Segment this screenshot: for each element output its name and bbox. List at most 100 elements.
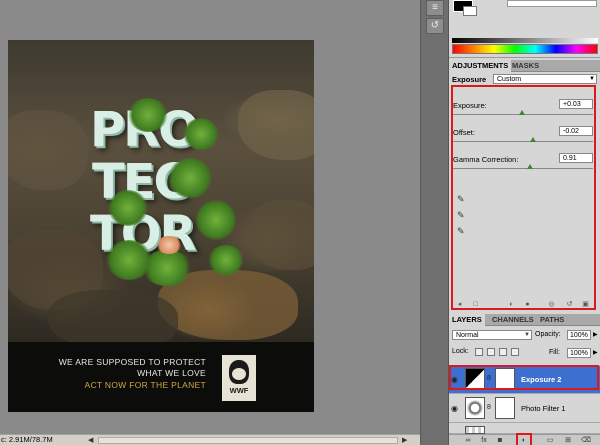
clip-to-layer-icon[interactable]: ◐ (507, 300, 516, 309)
eye-icon[interactable]: ◉ (451, 405, 461, 413)
flower (156, 236, 182, 254)
exposure-label: Exposure: (453, 101, 487, 110)
lock-pixels-icon[interactable] (487, 348, 495, 356)
horizontal-scrollbar[interactable] (98, 437, 398, 444)
moss-cluster (108, 190, 148, 226)
adjustment-type-label: Exposure (452, 75, 487, 84)
lock-transparency-icon[interactable] (475, 348, 483, 356)
preset-dropdown[interactable]: Custom ▼ (493, 74, 597, 84)
lock-position-icon[interactable] (499, 348, 507, 356)
rock-shape (48, 290, 178, 350)
exposure-input[interactable]: +0.03 (559, 99, 593, 109)
layers-tab-bar: LAYERS CHANNELS PATHS (449, 314, 600, 326)
tab-channels[interactable]: CHANNELS (489, 314, 537, 326)
gamma-slider-thumb[interactable] (527, 164, 533, 169)
layer-style-icon[interactable]: fx (479, 436, 489, 445)
offset-label: Offset: (453, 128, 475, 137)
photoshop-window: PRO TEC TOR WE ARE SUPPOSED TO PROTECT W… (0, 0, 600, 445)
adjustments-footer: ◂ □ ◐ ● ◎ ↺ ▣ (451, 300, 596, 310)
exposure-slider-thumb[interactable] (519, 110, 525, 115)
photo-filter-icon (465, 397, 485, 419)
moss-cluster (128, 98, 168, 132)
moss-cluster (196, 200, 236, 240)
view-previous-icon[interactable]: ◎ (547, 300, 556, 309)
color-panel (449, 0, 600, 58)
moss-cluster (142, 250, 192, 286)
panel-grip-icon[interactable]: ≡ (426, 0, 444, 16)
background-color-swatch[interactable] (463, 6, 477, 16)
tab-adjustments[interactable]: ADJUSTMENTS (449, 60, 512, 72)
visibility-icon[interactable]: ● (523, 300, 532, 309)
offset-slider-thumb[interactable] (530, 137, 536, 142)
document-canvas[interactable]: PRO TEC TOR WE ARE SUPPOSED TO PROTECT W… (8, 40, 314, 412)
gamma-correction-input[interactable]: 0.91 (559, 153, 593, 163)
history-icon[interactable]: ↺ (426, 18, 444, 34)
highlight-box (449, 365, 599, 390)
chevron-down-icon: ▼ (589, 76, 595, 82)
link-layers-icon[interactable]: ∞ (463, 436, 473, 445)
opacity-label: Opacity: (535, 331, 561, 338)
adjustments-panel: Exposure Custom ▼ Exposure: +0.03 Offset… (449, 72, 600, 312)
rock-shape (238, 90, 314, 160)
lock-all-icon[interactable] (511, 348, 519, 356)
status-bar: c: 2.91M/78.7M ◀ ▶ (0, 434, 420, 445)
gray-point-eyedropper-icon[interactable]: ✎ (457, 210, 465, 220)
blend-mode-dropdown[interactable]: Normal ▼ (452, 330, 532, 340)
collapsed-panel-dock: ≡ ↺ (420, 0, 448, 445)
chain-link-icon[interactable]: 8 (487, 404, 491, 411)
delete-icon[interactable]: ▣ (581, 300, 590, 309)
new-layer-icon[interactable]: ⊞ (563, 436, 573, 445)
reset-icon[interactable]: ↺ (565, 300, 574, 309)
color-value-field[interactable] (507, 0, 597, 7)
new-group-icon[interactable]: ▭ (545, 436, 555, 445)
back-arrow-icon[interactable]: ◂ (455, 300, 464, 309)
poster-tagline-2: WHAT WE LOVE (137, 368, 206, 378)
black-point-eyedropper-icon[interactable]: ✎ (457, 194, 465, 204)
layer-mask-thumbnail[interactable] (495, 397, 515, 419)
poster-tagline-1: WE ARE SUPPOSED TO PROTECT (58, 357, 206, 367)
grayscale-ramp[interactable] (452, 38, 598, 43)
gamma-correction-label: Gamma Correction: (453, 155, 519, 164)
document-size-info[interactable]: c: 2.91M/78.7M (1, 435, 53, 444)
layers-panel: Normal ▼ Opacity: 100% ▶ Lock: Fill: 100… (449, 326, 600, 445)
offset-slider-track[interactable] (453, 141, 593, 142)
layers-footer: ∞ fx ◙ ◐ ▭ ⊞ ⌫ (449, 433, 600, 445)
layer-name[interactable]: Photo Filter 1 (521, 404, 566, 413)
tab-paths[interactable]: PATHS (537, 314, 567, 326)
highlight-box (451, 85, 596, 310)
chevron-down-icon: ▼ (524, 332, 530, 338)
poster-footer: WE ARE SUPPOSED TO PROTECT WHAT WE LOVE … (8, 342, 314, 412)
moss-cluster (208, 245, 244, 275)
adjustments-tab-bar: ADJUSTMENTS MASKS (449, 60, 600, 72)
white-point-eyedropper-icon[interactable]: ✎ (457, 226, 465, 236)
tab-layers[interactable]: LAYERS (449, 314, 485, 326)
chevron-right-icon[interactable]: ▶ (593, 331, 598, 338)
color-spectrum[interactable] (452, 44, 598, 54)
opacity-input[interactable]: 100% (567, 330, 591, 340)
tab-masks[interactable]: MASKS (509, 60, 542, 72)
moss-cluster (183, 118, 219, 150)
panda-icon (229, 360, 249, 384)
fill-input[interactable]: 100% (567, 348, 591, 358)
poster-tagline-3: ACT NOW FOR THE PLANET (84, 380, 206, 390)
lock-label: Lock: (452, 348, 469, 355)
rock-shape (248, 200, 314, 270)
add-mask-icon[interactable]: ◙ (495, 436, 505, 445)
preset-dropdown-value: Custom (497, 76, 522, 83)
offset-input[interactable]: -0.02 (559, 126, 593, 136)
fill-label: Fill: (549, 349, 560, 356)
highlight-box (516, 433, 532, 445)
expand-view-icon[interactable]: □ (471, 300, 480, 309)
blend-mode-value: Normal (456, 332, 479, 339)
trash-icon[interactable]: ⌫ (581, 436, 591, 445)
layer-thumbnail (465, 426, 485, 434)
scroll-left-icon[interactable]: ◀ (88, 436, 93, 444)
layer-row[interactable]: ◉ 8 Photo Filter 1 (449, 395, 600, 423)
chevron-right-icon[interactable]: ▶ (593, 349, 598, 356)
right-panel-dock: ADJUSTMENTS MASKS Exposure Custom ▼ Expo… (448, 0, 600, 445)
wwf-logo: WWF (222, 355, 256, 401)
wwf-logo-text: WWF (229, 386, 249, 395)
scroll-right-icon[interactable]: ▶ (402, 436, 407, 444)
canvas-workspace[interactable]: PRO TEC TOR WE ARE SUPPOSED TO PROTECT W… (0, 0, 420, 434)
gamma-slider-track[interactable] (453, 168, 593, 169)
